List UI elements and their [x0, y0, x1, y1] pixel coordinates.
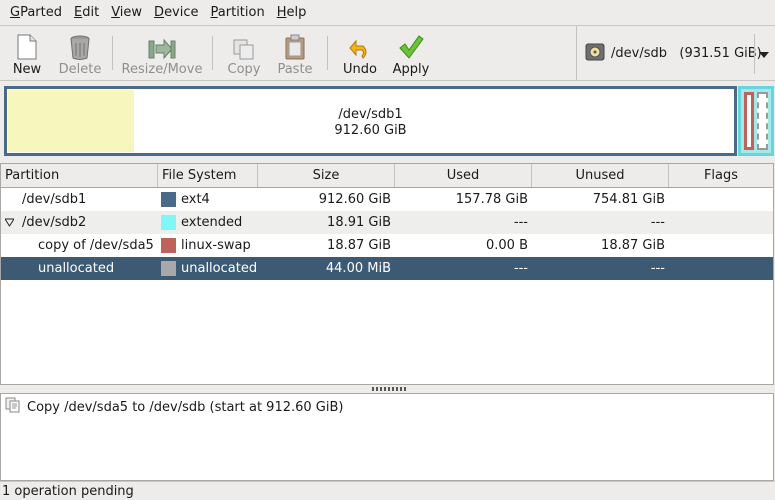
trash-icon: [69, 26, 91, 60]
used-value: ---: [513, 215, 528, 230]
used-value: 157.78 GiB: [455, 192, 528, 207]
device-selector-label: /dev/sdb (931.51 GiB): [611, 46, 762, 61]
copy-icon: [232, 26, 256, 60]
used-value: ---: [513, 261, 528, 276]
menu-partition[interactable]: Partition: [205, 0, 271, 25]
table-header: Partition File System Size Used Unused F…: [1, 164, 773, 188]
partition-name: copy of /dev/sda5: [38, 238, 154, 253]
filesystem-name: unallocated: [181, 261, 258, 276]
unused-value: 754.81 GiB: [592, 192, 665, 207]
pane-resize-handle[interactable]: [0, 385, 775, 393]
unused-value: 18.87 GiB: [601, 238, 665, 253]
disk-map: /dev/sdb1 912.60 GiB: [4, 86, 774, 156]
disk-map-label: /dev/sdb1 912.60 GiB: [334, 107, 407, 138]
unused-value: ---: [650, 261, 665, 276]
filesystem-color-swatch: [161, 215, 176, 230]
disk-map-partition-sdb1[interactable]: /dev/sdb1 912.60 GiB: [4, 86, 737, 156]
column-header-unused[interactable]: Unused: [532, 164, 669, 187]
toolbar-separator: [112, 36, 113, 70]
column-header-size[interactable]: Size: [258, 164, 395, 187]
table-row[interactable]: /dev/sdb1 ext4 912.60 GiB 157.78 GiB 754…: [1, 188, 773, 211]
toolbar: New Delete Resize/Move Copy Paste Undo A…: [0, 25, 775, 81]
filesystem-name: linux-swap: [181, 238, 251, 253]
expander-arrow-icon[interactable]: [4, 211, 15, 236]
partition-name: /dev/sdb2: [22, 215, 87, 230]
table-row[interactable]: /dev/sdb2 extended 18.91 GiB --- ---: [1, 211, 773, 234]
filesystem-name: extended: [181, 215, 243, 230]
disk-map-partition-extended[interactable]: [738, 86, 774, 156]
column-header-filesystem[interactable]: File System: [158, 164, 258, 187]
size-value: 18.87 GiB: [327, 238, 391, 253]
pending-operations-list: Copy /dev/sda5 to /dev/sdb (start at 912…: [0, 393, 774, 481]
partition-name: /dev/sdb1: [22, 192, 87, 207]
new-button[interactable]: New: [4, 26, 50, 80]
disk-map-unallocated[interactable]: [757, 92, 768, 150]
partition-table: Partition File System Size Used Unused F…: [0, 163, 774, 385]
menu-gparted[interactable]: GParted: [4, 0, 68, 25]
menu-device[interactable]: Device: [148, 0, 204, 25]
column-header-flags[interactable]: Flags: [669, 164, 773, 187]
filesystem-color-swatch: [161, 192, 176, 207]
filesystem-color-swatch: [161, 261, 176, 276]
apply-button[interactable]: Apply: [388, 26, 434, 80]
disk-map-partition-swap[interactable]: [744, 92, 754, 150]
toolbar-separator: [212, 36, 213, 70]
new-document-icon: [16, 26, 38, 60]
resize-move-icon: [148, 26, 176, 60]
delete-button[interactable]: Delete: [54, 26, 106, 80]
filesystem-color-swatch: [161, 238, 176, 253]
table-row[interactable]: copy of /dev/sda5 linux-swap 18.87 GiB 0…: [1, 234, 773, 257]
harddisk-icon: [585, 42, 605, 66]
paste-button[interactable]: Paste: [272, 26, 318, 80]
menubar: GParted Edit View Device Partition Help: [0, 0, 775, 25]
filesystem-name: ext4: [181, 192, 210, 207]
undo-button[interactable]: Undo: [338, 26, 382, 80]
list-item[interactable]: Copy /dev/sda5 to /dev/sdb (start at 912…: [5, 397, 343, 417]
device-selector[interactable]: /dev/sdb (931.51 GiB): [576, 26, 775, 81]
status-bar: 1 operation pending: [0, 481, 775, 500]
column-header-used[interactable]: Used: [395, 164, 532, 187]
paste-clipboard-icon: [284, 26, 306, 60]
operation-text: Copy /dev/sda5 to /dev/sdb (start at 912…: [27, 399, 344, 415]
menu-help[interactable]: Help: [271, 0, 313, 25]
chevron-down-icon: [759, 48, 769, 63]
resize-move-button[interactable]: Resize/Move: [118, 26, 206, 80]
used-value: 0.00 B: [486, 238, 528, 253]
size-value: 44.00 MiB: [325, 261, 391, 276]
undo-arrow-icon: [349, 26, 371, 60]
column-header-partition[interactable]: Partition: [1, 164, 158, 187]
menu-edit[interactable]: Edit: [68, 0, 105, 25]
checkmark-icon: [398, 26, 424, 60]
toolbar-separator: [327, 36, 328, 70]
copy-button[interactable]: Copy: [222, 26, 266, 80]
size-value: 18.91 GiB: [327, 215, 391, 230]
size-value: 912.60 GiB: [318, 192, 391, 207]
dropdown-separator: [754, 34, 755, 74]
partition-name: unallocated: [38, 261, 115, 276]
unused-value: ---: [650, 215, 665, 230]
copy-operation-icon: [5, 397, 21, 417]
menu-view[interactable]: View: [105, 0, 148, 25]
table-row[interactable]: unallocated unallocated 44.00 MiB --- --…: [1, 257, 773, 280]
grip-dots: [372, 387, 406, 391]
